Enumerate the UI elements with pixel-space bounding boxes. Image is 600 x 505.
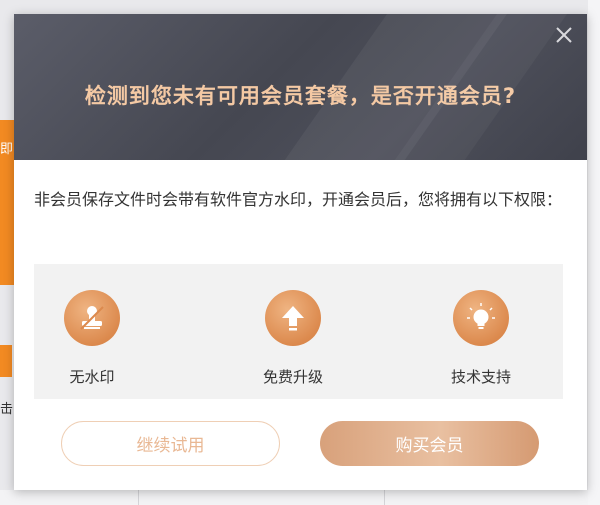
close-icon[interactable]	[553, 24, 575, 46]
background-bottom-bar	[0, 490, 600, 505]
upgrade-arrow-icon	[265, 290, 321, 346]
benefit-tech-support: 技术支持	[421, 264, 541, 387]
lightbulb-icon	[453, 290, 509, 346]
benefit-no-watermark: 无水印	[32, 264, 152, 387]
benefit-label: 无水印	[69, 368, 115, 386]
benefit-label: 免费升级	[262, 368, 323, 386]
benefits-panel: 无水印 免费升级 技术支持	[34, 264, 563, 399]
stamp-icon	[64, 290, 120, 346]
dialog-description: 非会员保存文件时会带有软件官方水印，开通会员后，您将拥有以下权限：	[34, 190, 563, 209]
membership-dialog: 检测到您未有可用会员套餐，是否开通会员? 非会员保存文件时会带有软件官方水印，开…	[14, 14, 587, 490]
background-divider	[138, 490, 139, 505]
background-right-edge	[588, 0, 600, 505]
benefit-free-upgrade: 免费升级	[233, 264, 353, 387]
background-divider	[384, 490, 385, 505]
benefit-label: 技术支持	[450, 368, 511, 386]
background-partial-label: 击	[0, 402, 14, 417]
dialog-header: 检测到您未有可用会员套餐，是否开通会员?	[14, 14, 587, 160]
background-partial-text: 即	[0, 142, 14, 157]
background-orange-icon	[0, 345, 12, 377]
dialog-title: 检测到您未有可用会员套餐，是否开通会员?	[84, 84, 517, 108]
buy-membership-button[interactable]: 购买会员	[320, 421, 539, 466]
continue-trial-button[interactable]: 继续试用	[61, 421, 280, 466]
